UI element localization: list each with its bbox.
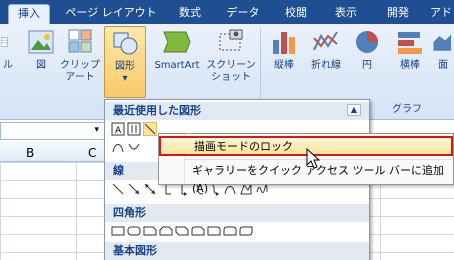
name-box[interactable]: ▾ — [0, 122, 106, 140]
shapes-label: 図形 — [115, 61, 135, 72]
smartart-button[interactable]: SmartArt — [148, 28, 206, 72]
picture-button[interactable]: 図 — [26, 28, 56, 72]
picture-label: 図 — [36, 60, 46, 71]
pie-chart-icon — [356, 31, 378, 53]
line-chart-button[interactable]: 折れ線 — [304, 28, 348, 72]
line-shape-selected-icon[interactable] — [143, 122, 157, 136]
shapes-button[interactable]: 図形 ▾ — [104, 26, 146, 98]
column-chart-icon — [273, 32, 295, 54]
gallery-scroll-up[interactable]: ▲ — [347, 104, 361, 116]
line-chart-label: 折れ線 — [311, 60, 341, 71]
table-button-partial[interactable]: ル — [0, 28, 16, 72]
round-diagonal-icon[interactable] — [239, 224, 253, 238]
pie-chart-button[interactable]: 円 — [352, 28, 382, 72]
tab-insert[interactable]: 挿入 — [8, 4, 50, 24]
rounded-rectangle-icon[interactable] — [127, 224, 141, 238]
ribbon-tab-bar: 挿入 ページ レイアウト 数式 データ 校閲 表示 開発 アド — [0, 0, 454, 24]
mouse-cursor-icon — [306, 148, 321, 169]
clipart-label-2: アート — [65, 72, 95, 83]
snip-round-icon[interactable] — [191, 224, 205, 238]
arc-shape-icon[interactable] — [127, 140, 141, 154]
double-arrow-line-icon[interactable] — [143, 182, 157, 196]
snip-diagonal-icon[interactable] — [175, 224, 189, 238]
tab-view[interactable]: 表示 — [328, 4, 364, 24]
screenshot-icon — [219, 29, 243, 51]
area-chart-button[interactable]: 面 — [432, 28, 454, 72]
tab-formulas[interactable]: 数式 — [172, 4, 208, 24]
recent-shapes-row: A — [111, 122, 157, 138]
arrow-line-icon[interactable] — [127, 182, 141, 196]
tab-page-layout[interactable]: ページ レイアウト — [56, 4, 166, 24]
round-same-side-icon[interactable] — [223, 224, 237, 238]
recent-shapes-title: 最近使用した図形 — [105, 102, 369, 120]
pie-chart-label: 円 — [362, 60, 372, 71]
picture-icon — [28, 30, 54, 54]
chart-group-label: グラフ — [392, 104, 422, 115]
shapes-dropdown-arrow: ▾ — [122, 73, 128, 84]
tab-developer[interactable]: 開発 — [380, 4, 416, 24]
clipart-label-1: クリップ — [60, 60, 100, 71]
curve-shape-icon[interactable] — [111, 140, 125, 154]
tab-data[interactable]: データ — [222, 4, 264, 24]
screenshot-button[interactable]: スクリーン ショット — [206, 28, 256, 84]
screenshot-label-1: スクリーン — [206, 60, 256, 71]
tab-review[interactable]: 校閲 — [278, 4, 314, 24]
shapes-icon — [113, 32, 138, 55]
smartart-label: SmartArt — [154, 60, 200, 71]
area-chart-label: 面 — [438, 60, 448, 71]
rectangles-shapes-row — [111, 224, 253, 240]
column-header-b[interactable]: B — [26, 146, 34, 160]
table-icon — [1, 37, 8, 47]
column-header-c[interactable]: C — [88, 146, 96, 160]
line-icon[interactable] — [111, 182, 125, 196]
rectangles-title: 四角形 — [105, 204, 369, 222]
bar-chart-label: 横棒 — [400, 60, 420, 71]
bar-chart-button[interactable]: 横棒 — [390, 28, 430, 72]
svg-text:A: A — [115, 126, 122, 136]
column-chart-label: 縦棒 — [274, 60, 294, 71]
screenshot-label-2: ショット — [211, 72, 251, 83]
tab-addins[interactable]: アド — [428, 4, 454, 24]
vertical-text-box-icon[interactable] — [127, 122, 141, 136]
clipart-button[interactable]: クリップ アート — [60, 28, 100, 84]
rectangle-icon[interactable] — [111, 224, 125, 238]
basic-shapes-title: 基本図形 — [105, 242, 369, 260]
recent-shapes-row-2 — [111, 140, 141, 156]
table-button-label: ル — [3, 60, 13, 71]
text-box-icon[interactable]: A — [111, 122, 125, 136]
line-chart-icon — [313, 31, 338, 51]
smartart-icon — [163, 31, 191, 53]
column-chart-button[interactable]: 縦棒 — [264, 28, 304, 72]
round-single-corner-icon[interactable] — [207, 224, 221, 238]
snip-single-corner-icon[interactable] — [143, 224, 157, 238]
clipart-icon — [68, 29, 92, 53]
name-box-dropdown-icon[interactable]: ▾ — [94, 125, 99, 135]
area-chart-icon — [433, 34, 452, 51]
bar-chart-icon — [398, 32, 422, 54]
snip-same-side-icon[interactable] — [159, 224, 173, 238]
